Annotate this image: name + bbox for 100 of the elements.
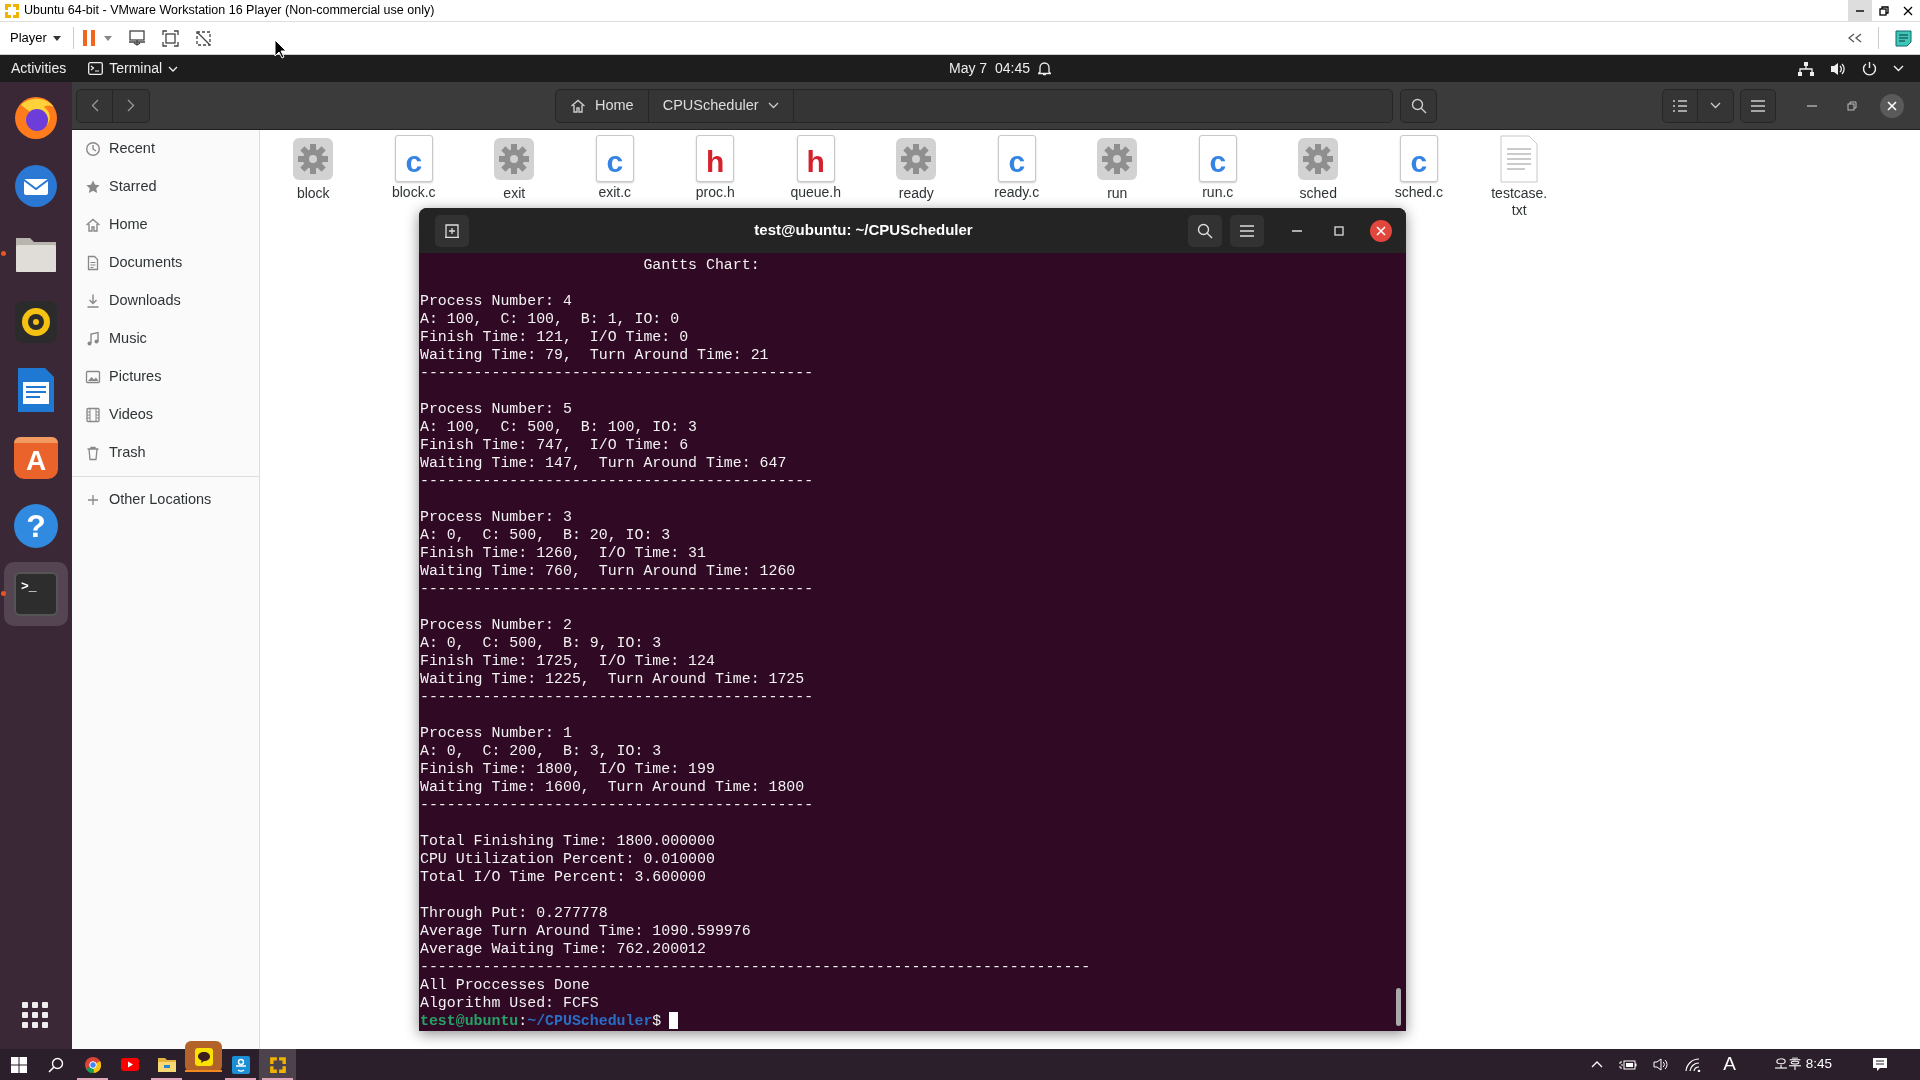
fullscreen-icon[interactable] [161, 29, 179, 47]
download-icon [85, 293, 101, 309]
dock-app-button[interactable]: ? [4, 494, 68, 558]
terminal-icon: >_ [14, 572, 58, 616]
close-icon [1903, 5, 1913, 16]
file-item[interactable]: h proc.h [665, 135, 766, 201]
document-icon: h [796, 135, 835, 182]
sidebar-item[interactable]: Pictures [72, 358, 259, 396]
chevron-up-icon[interactable] [1591, 1061, 1604, 1068]
volume-icon[interactable] [1653, 1058, 1670, 1071]
caret-icon[interactable] [103, 35, 112, 41]
sidebar-item[interactable]: Starred [72, 168, 259, 206]
file-item[interactable]: c exit.c [564, 135, 665, 201]
close-icon [1880, 93, 1904, 118]
list-view-button[interactable] [1662, 88, 1698, 123]
minimize-icon [1292, 229, 1302, 232]
dock-app-button[interactable]: >_ [4, 562, 68, 626]
terminal-line: Process Number: 1 [420, 725, 572, 741]
film-icon [85, 407, 101, 423]
sidebar-item[interactable]: Other Locations [72, 481, 259, 519]
input-method-indicator[interactable]: A [1723, 1050, 1736, 1079]
new-tab-button[interactable] [435, 214, 469, 247]
window-title: Ubuntu 64-bit - VMware Workstation 16 Player (Non-commercial use only) [24, 2, 435, 20]
menu-icon [1240, 224, 1254, 237]
round-logo-icon[interactable] [84, 1056, 101, 1073]
note-icon[interactable] [1895, 29, 1912, 47]
activities-button[interactable]: Activities [0, 55, 78, 82]
terminal-icon [88, 62, 104, 75]
search-button[interactable] [1400, 88, 1437, 123]
app-menu-button[interactable]: Terminal [77, 55, 190, 82]
terminal-line: Average Waiting Time: 762.200012 [420, 941, 706, 957]
network-icon [1798, 61, 1814, 76]
terminal-line: Algorithm Used: FCFS [420, 995, 599, 1011]
player-menu-button[interactable]: Player [6, 28, 65, 48]
sidebar-item[interactable]: Music [72, 320, 259, 358]
search-button[interactable] [1188, 214, 1222, 247]
play-icon[interactable] [120, 1058, 139, 1071]
taskbar-app-button[interactable] [185, 1041, 222, 1072]
chevron-icon [1893, 65, 1904, 72]
terminal-line: Process Number: 5 [420, 401, 572, 417]
file-item[interactable]: h queue.h [765, 135, 866, 201]
folder-icon[interactable] [157, 1057, 176, 1072]
search-icon [1197, 222, 1213, 239]
wifi-icon[interactable] [1685, 1057, 1702, 1072]
terminal-line: --------------------------------------------------------------------------- [420, 959, 1091, 975]
scrollbar-thumb[interactable] [1396, 988, 1401, 1026]
terminal-line: Total Finishing Time: 1800.000000 [420, 833, 715, 849]
path-segment[interactable]: CPUScheduler [648, 89, 794, 122]
person-icon[interactable] [231, 1055, 250, 1074]
clock[interactable]: 오후 8:45 [1773, 1054, 1832, 1075]
double-chevron-icon[interactable] [1848, 33, 1862, 43]
sidebar-item[interactable]: Recent [72, 130, 259, 168]
maximize-icon [1847, 100, 1857, 111]
shopping-bag-icon: A [14, 437, 58, 479]
trash-icon [85, 445, 101, 461]
menu-button[interactable] [1740, 88, 1776, 123]
file-item[interactable]: c sched.c [1368, 135, 1469, 201]
chat-icon[interactable] [194, 1047, 213, 1066]
music-note-icon [85, 331, 101, 347]
sidebar-item[interactable]: Trash [72, 434, 259, 472]
minimize-icon [1807, 104, 1817, 107]
sidebar-item[interactable]: Videos [72, 396, 259, 434]
sidebar-item[interactable]: Home [72, 206, 259, 244]
logo-icon[interactable] [268, 1055, 287, 1074]
forward-icon [127, 99, 135, 112]
file-item[interactable]: block [263, 135, 364, 202]
file-item[interactable]: c run.c [1167, 135, 1268, 201]
terminal-line: Finish Time: 1800, I/O Time: 199 [420, 761, 715, 777]
search-icon[interactable] [47, 1056, 64, 1073]
battery-icon[interactable] [1619, 1058, 1638, 1071]
terminal-line: Waiting Time: 760, Turn Around Time: 1260 [420, 563, 796, 579]
terminal-line: Waiting Time: 147, Turn Around Time: 647 [420, 455, 787, 471]
file-item[interactable]: exit [464, 135, 565, 202]
computer-icon[interactable] [127, 30, 146, 46]
sidebar-item[interactable]: Documents [72, 244, 259, 282]
pause-icon[interactable] [81, 29, 96, 47]
menu-button[interactable] [1230, 214, 1264, 247]
chevron-icon [767, 102, 779, 109]
path-segment[interactable]: Home [556, 89, 649, 122]
file-item[interactable]: c block.c [363, 135, 464, 201]
file-item[interactable]: c ready.c [966, 135, 1067, 201]
logo-icon [4, 2, 20, 19]
home-icon [85, 217, 101, 233]
terminal-line: Through Put: 0.277778 [420, 905, 608, 921]
file-item[interactable]: sched [1268, 135, 1369, 202]
file-item[interactable]: testcase.txt [1469, 135, 1570, 219]
terminal-line: Gantts Chart: [642, 257, 760, 273]
minimize-button[interactable] [1848, 0, 1872, 21]
sidebar-item[interactable]: Downloads [72, 282, 259, 320]
windows-icon[interactable] [10, 1056, 27, 1073]
document-icon: c [1399, 135, 1438, 182]
file-item[interactable]: run [1067, 135, 1168, 202]
home-icon [570, 97, 586, 114]
clock[interactable]: May 7 04:45 [949, 58, 1030, 79]
help-icon: ? [14, 504, 58, 548]
file-item[interactable]: ready [866, 135, 967, 202]
notification-icon[interactable] [1872, 1056, 1888, 1073]
crossed-square-icon[interactable] [194, 29, 212, 47]
document-icon: c [1198, 135, 1237, 182]
document-icon: h [696, 135, 735, 182]
